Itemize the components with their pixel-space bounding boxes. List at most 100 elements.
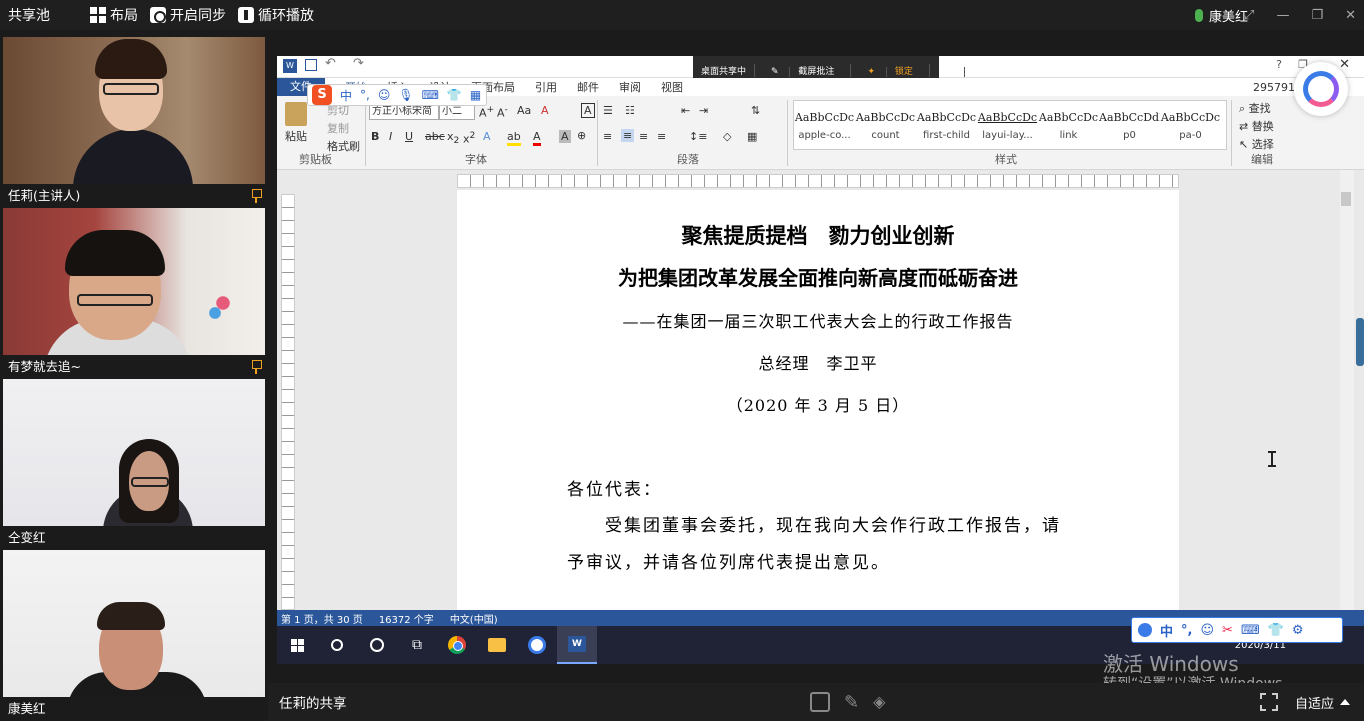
style-item[interactable]: AaBbCcDc apple-co...	[794, 101, 855, 149]
highlight-icon[interactable]: ab	[507, 130, 521, 146]
numbering-icon[interactable]: ☷	[625, 104, 635, 117]
scissors-icon[interactable]: ✂	[1222, 623, 1233, 638]
style-item[interactable]: AaBbCcDc link	[1038, 101, 1099, 149]
page-count[interactable]: 第 1 页，共 30 页	[281, 611, 363, 626]
pen-icon[interactable]: ✎	[844, 692, 859, 713]
save-icon[interactable]	[305, 59, 317, 71]
skin-icon[interactable]: 👕	[1268, 623, 1284, 638]
justify-icon[interactable]: ≡	[657, 130, 666, 143]
punctuation-icon[interactable]: °,	[360, 88, 370, 102]
explorer-taskbar-item[interactable]	[477, 626, 517, 664]
shared-screen[interactable]: W ↶ ↷ ? ❐ ✕ 桌面共享中 ✎ 截屏批注 ✦ 锁定 ⇥ 结束共享 文件 …	[277, 56, 1364, 664]
skin-icon[interactable]: 👕	[447, 88, 462, 102]
restore-icon[interactable]: ❐	[1311, 8, 1323, 23]
close-icon[interactable]: ✕	[1345, 8, 1356, 23]
align-right-icon[interactable]: ≡	[639, 130, 648, 143]
decrease-indent-icon[interactable]: ⇤	[681, 104, 690, 117]
sync-button[interactable]: 开启同步	[150, 5, 226, 25]
font-size-select[interactable]: 小二	[439, 104, 475, 120]
italic-icon[interactable]: I	[389, 130, 392, 143]
annotate-button[interactable]: ✎ 截屏批注	[755, 63, 852, 77]
loop-button[interactable]: 循环播放	[238, 5, 314, 25]
copy-button[interactable]: 复制	[327, 120, 349, 136]
line-spacing-icon[interactable]: ↕≡	[689, 130, 707, 143]
toolbox-icon[interactable]: ▦	[470, 88, 481, 102]
clear-format-icon[interactable]: A	[541, 104, 549, 117]
style-item[interactable]: AaBbCcDc first-child	[916, 101, 977, 149]
redo-icon[interactable]: ↷	[353, 56, 364, 71]
scrollbar-thumb[interactable]	[1341, 192, 1351, 206]
user-icon[interactable]	[1138, 623, 1152, 637]
align-left-icon[interactable]: ≡	[603, 130, 612, 143]
voice-icon[interactable]: 🎙	[398, 88, 413, 102]
pin-icon[interactable]	[251, 189, 262, 203]
participant-card[interactable]: 仝变红	[3, 379, 265, 550]
lock-button[interactable]: ✦ 锁定	[851, 63, 930, 77]
shrink-font-icon[interactable]: A-	[497, 104, 508, 120]
sogou-logo-icon[interactable]: S	[312, 85, 332, 105]
select-button[interactable]: ↖ 选择	[1239, 136, 1274, 152]
tab-review[interactable]: 审阅	[619, 79, 641, 95]
participant-card[interactable]: 康美红	[3, 550, 265, 721]
font-color-icon[interactable]: A	[533, 130, 541, 146]
strikethrough-icon[interactable]: abc	[425, 130, 445, 143]
expand-icon[interactable]: ⤢	[1244, 8, 1254, 23]
participant-card[interactable]: 有梦就去追~	[3, 208, 265, 379]
search-button[interactable]	[317, 626, 357, 664]
underline-icon[interactable]: U	[405, 130, 413, 143]
style-item[interactable]: AaBbCcDc count	[855, 101, 916, 149]
bullets-icon[interactable]: ☰	[603, 104, 613, 117]
emoji-icon[interactable]: ☺	[1200, 623, 1214, 638]
minimize-icon[interactable]: —	[1276, 8, 1289, 23]
text-effects-icon[interactable]: A	[483, 130, 491, 143]
paste-button[interactable]: 粘贴	[285, 128, 307, 144]
style-item[interactable]: AaBbCcDc layui-lay...	[977, 101, 1038, 149]
help-icon[interactable]: ?	[1276, 58, 1282, 71]
end-share-button[interactable]: ⇥ 结束共享	[930, 64, 1025, 77]
tab-view[interactable]: 视图	[661, 79, 683, 95]
char-shading-icon[interactable]: A	[559, 130, 571, 143]
meeting-taskbar-item[interactable]	[517, 626, 557, 664]
increase-indent-icon[interactable]: ⇥	[699, 104, 708, 117]
meeting-app-icon[interactable]	[1294, 62, 1348, 116]
pin-icon[interactable]	[251, 360, 262, 374]
save-icon[interactable]	[810, 691, 830, 712]
phonetic-icon[interactable]: A	[581, 103, 595, 118]
word-count[interactable]: 16372 个字	[379, 611, 434, 626]
task-view-button[interactable]: ⧉	[397, 626, 437, 664]
side-scroll-handle[interactable]	[1356, 318, 1364, 366]
document-area[interactable]: 聚焦提质提档 勠力创业创新 为把集团改革发展全面推向新高度而砥砺奋进 ——在集团…	[277, 170, 1364, 610]
style-item[interactable]: AaBbCcDc pa-0	[1160, 101, 1221, 149]
subscript-icon[interactable]: x2	[447, 130, 459, 146]
fullscreen-icon[interactable]	[1260, 693, 1278, 711]
ime-mode-toggle[interactable]: 中	[340, 87, 352, 104]
tab-references[interactable]: 引用	[535, 79, 557, 95]
language[interactable]: 中文(中国)	[450, 611, 498, 626]
participant-card[interactable]: 任莉(主讲人)	[3, 37, 265, 208]
shading-icon[interactable]: ◇	[723, 130, 731, 143]
font-name-select[interactable]: 方正小标宋简	[369, 104, 439, 120]
style-item[interactable]: AaBbCcDdI p0	[1099, 101, 1160, 149]
document-page[interactable]: 聚焦提质提档 勠力创业创新 为把集团改革发展全面推向新高度而砥砺奋进 ——在集团…	[457, 190, 1179, 610]
fit-mode-select[interactable]: 自适应	[1295, 693, 1350, 712]
paste-icon[interactable]	[285, 102, 307, 126]
cortana-button[interactable]	[357, 626, 397, 664]
chrome-taskbar-item[interactable]	[437, 626, 477, 664]
punctuation-icon[interactable]: °,	[1181, 623, 1192, 638]
superscript-icon[interactable]: x2	[463, 130, 475, 146]
change-case-icon[interactable]: Aa	[517, 104, 531, 117]
ime-mode-toggle[interactable]: 中	[1160, 621, 1173, 640]
gear-icon[interactable]: ⚙	[1292, 623, 1304, 638]
find-button[interactable]: ⌕ 查找	[1239, 100, 1271, 116]
current-user[interactable]: 康美红	[1194, 6, 1248, 25]
grow-font-icon[interactable]: A+	[479, 104, 494, 120]
word-taskbar-item[interactable]: W	[557, 626, 597, 664]
start-button[interactable]	[277, 626, 317, 664]
enclose-char-icon[interactable]: ⊕	[577, 129, 586, 142]
borders-icon[interactable]: ▦	[747, 130, 757, 143]
align-center-icon[interactable]: ≡	[621, 129, 635, 142]
undo-icon[interactable]: ↶	[325, 56, 336, 71]
tab-mailings[interactable]: 邮件	[577, 79, 599, 95]
emoji-icon[interactable]: ☺	[378, 88, 391, 102]
bold-icon[interactable]: B	[371, 130, 379, 143]
